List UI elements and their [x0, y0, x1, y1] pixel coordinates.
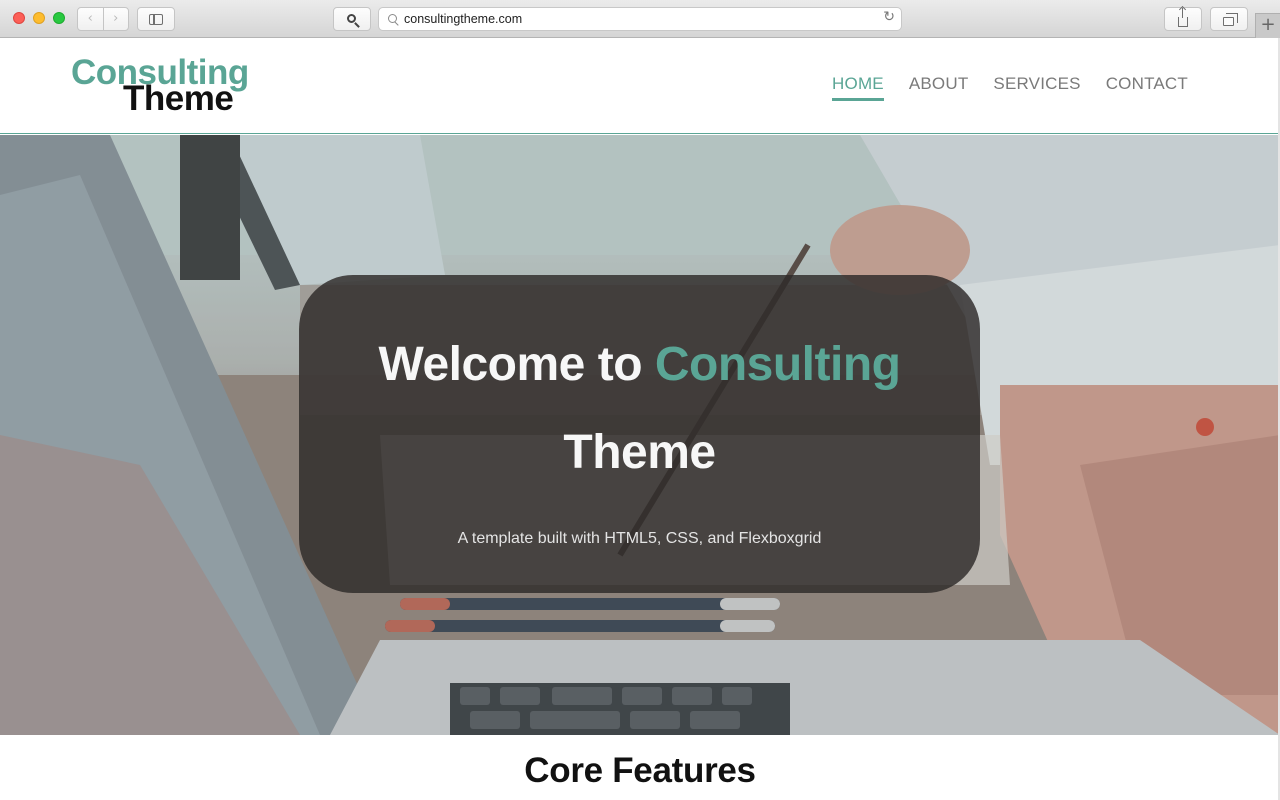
- hero-card: Welcome to Consulting Theme A template b…: [299, 275, 980, 593]
- zoom-window-button[interactable]: [53, 12, 65, 24]
- close-window-button[interactable]: [13, 12, 25, 24]
- hero-subtitle: A template built with HTML5, CSS, and Fl…: [457, 530, 822, 547]
- new-tab-icon[interactable]: +: [1255, 13, 1280, 38]
- history-navigation: ‹ ›: [77, 7, 129, 31]
- hero-title-prefix: Welcome to: [378, 338, 655, 391]
- hero-title-accent: Consulting: [654, 338, 901, 391]
- search-icon: [346, 13, 356, 23]
- minimize-window-button[interactable]: [33, 12, 45, 24]
- browser-toolbar: ‹ › consultingtheme.com ↻ +: [0, 0, 1280, 38]
- main-nav: HOME ABOUT SERVICES CONTACT: [832, 74, 1188, 101]
- tabs-icon: [1222, 12, 1238, 26]
- logo-line-2: Theme: [123, 79, 234, 118]
- share-icon: [1178, 8, 1188, 27]
- search-button[interactable]: [333, 7, 371, 31]
- forward-icon[interactable]: ›: [102, 8, 129, 30]
- site-header: Consulting Theme HOME ABOUT SERVICES CON…: [0, 38, 1280, 134]
- nav-item-about[interactable]: ABOUT: [909, 74, 969, 101]
- nav-item-services[interactable]: SERVICES: [993, 74, 1080, 101]
- window-controls: [13, 12, 65, 24]
- reload-icon[interactable]: ↻: [883, 9, 895, 25]
- nav-item-home[interactable]: HOME: [832, 74, 884, 101]
- sidebar-icon: [149, 13, 163, 25]
- features-section: Core Features: [0, 735, 1280, 800]
- share-button[interactable]: [1164, 7, 1202, 31]
- hero-title-line-2: Theme: [563, 426, 716, 479]
- url-text[interactable]: consultingtheme.com: [404, 12, 522, 26]
- address-search-icon: [388, 14, 397, 23]
- sidebar-toggle-button[interactable]: [137, 7, 175, 31]
- site-logo[interactable]: Consulting Theme: [71, 54, 271, 118]
- features-title: Core Features: [524, 751, 756, 790]
- back-icon[interactable]: ‹: [78, 8, 103, 30]
- show-tabs-button[interactable]: [1210, 7, 1248, 31]
- hero-title: Welcome to Consulting: [299, 337, 980, 392]
- address-bar[interactable]: consultingtheme.com ↻: [378, 7, 902, 31]
- hero-section: Welcome to Consulting Theme A template b…: [0, 135, 1280, 735]
- nav-item-contact[interactable]: CONTACT: [1106, 74, 1188, 101]
